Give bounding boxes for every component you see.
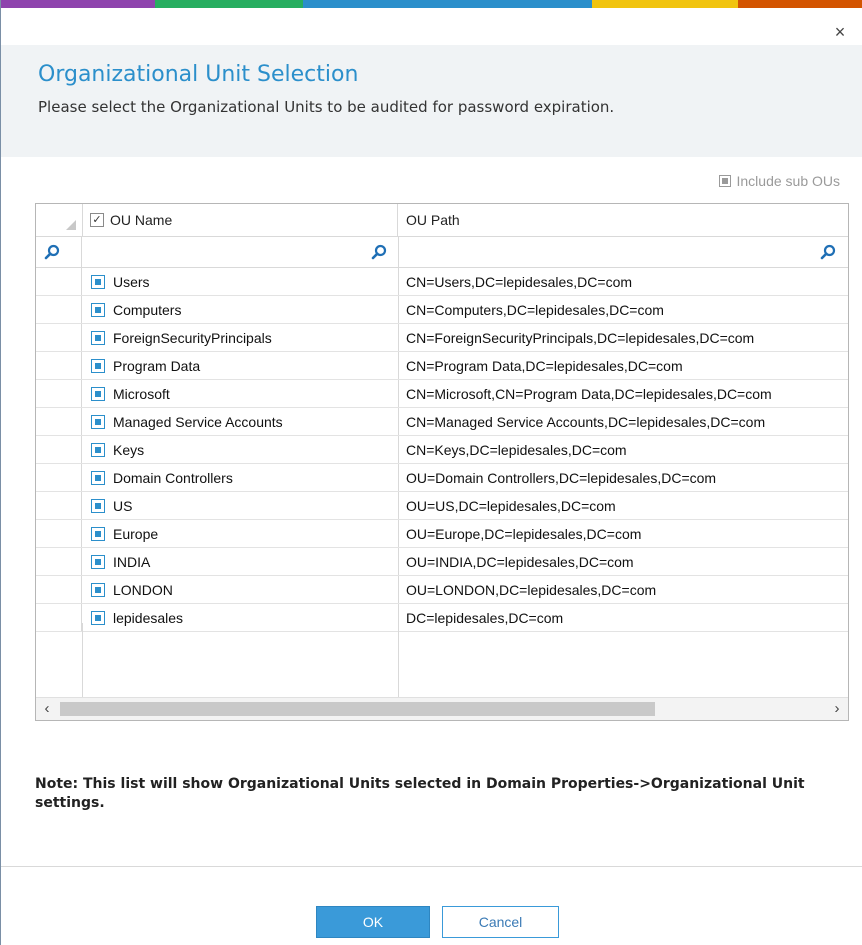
- ou-select-checkbox[interactable]: [91, 526, 105, 541]
- ou-path-cell: CN=Users,DC=lepidesales,DC=com: [406, 273, 633, 290]
- ou-select-checkbox[interactable]: [91, 274, 105, 289]
- ou-name-cell: Domain Controllers: [113, 469, 233, 486]
- ou-name-cell: lepidesales: [113, 609, 184, 626]
- ok-button[interactable]: OK: [316, 906, 430, 938]
- ou-grid: ✓ OU Name OU Path Users CN=Users,DC=lepi…: [35, 203, 849, 721]
- include-sub-ous-checkbox[interactable]: Include sub OUs: [718, 173, 841, 189]
- note-text: Note: This list will show Organizational…: [35, 776, 805, 811]
- row-header[interactable]: [36, 296, 82, 323]
- empty-row-header-area: [36, 623, 83, 698]
- column-header-ou-path[interactable]: OU Path: [399, 204, 848, 236]
- scroll-thumb[interactable]: [60, 702, 655, 716]
- close-button[interactable]: ×: [828, 20, 852, 44]
- ou-select-checkbox[interactable]: [91, 610, 105, 625]
- ou-name-cell: Europe: [113, 525, 159, 542]
- table-row[interactable]: ForeignSecurityPrincipals CN=ForeignSecur…: [36, 324, 848, 352]
- row-header[interactable]: [36, 408, 82, 435]
- ou-path-cell: CN=Microsoft,CN=Program Data,DC=lepidesa…: [406, 385, 772, 402]
- row-header[interactable]: [36, 464, 82, 491]
- ou-path-cell: OU=LONDON,DC=lepidesales,DC=com: [406, 581, 657, 598]
- close-icon[interactable]: ×: [835, 22, 846, 42]
- row-header[interactable]: [36, 324, 82, 351]
- ou-name-cell: Managed Service Accounts: [113, 413, 283, 430]
- checkbox-icon[interactable]: [718, 175, 731, 187]
- scroll-right-icon[interactable]: ›: [826, 698, 848, 720]
- column-header-ou-name[interactable]: ✓ OU Name: [82, 204, 398, 236]
- dialog-subtitle: Please select the Organizational Units t…: [38, 98, 615, 116]
- table-row[interactable]: lepidesales DC=lepidesales,DC=com: [36, 604, 848, 632]
- table-row[interactable]: Managed Service Accounts CN=Managed Servi…: [36, 408, 848, 436]
- table-row[interactable]: INDIA OU=INDIA,DC=lepidesales,DC=com: [36, 548, 848, 576]
- ou-path-cell: OU=INDIA,DC=lepidesales,DC=com: [406, 553, 634, 570]
- column-header-ou-name-label: OU Name: [110, 212, 173, 228]
- row-header[interactable]: [36, 548, 82, 575]
- ou-path-cell: CN=ForeignSecurityPrincipals,DC=lepidesa…: [406, 329, 755, 346]
- ou-select-checkbox[interactable]: [91, 442, 105, 457]
- header-select-checkbox[interactable]: ✓: [90, 213, 104, 227]
- table-row[interactable]: US OU=US,DC=lepidesales,DC=com: [36, 492, 848, 520]
- row-header[interactable]: [36, 380, 82, 407]
- ou-path-cell: OU=Europe,DC=lepidesales,DC=com: [406, 525, 642, 542]
- filter-cell-rowheader[interactable]: [36, 237, 82, 267]
- ou-name-cell: INDIA: [113, 553, 151, 570]
- ou-name-cell: ForeignSecurityPrincipals: [113, 329, 272, 346]
- table-row[interactable]: LONDON OU=LONDON,DC=lepidesales,DC=com: [36, 576, 848, 604]
- table-row[interactable]: Microsoft CN=Microsoft,CN=Program Data,DC…: [36, 380, 848, 408]
- ou-select-checkbox[interactable]: [91, 358, 105, 373]
- table-row[interactable]: Keys CN=Keys,DC=lepidesales,DC=com: [36, 436, 848, 464]
- row-header[interactable]: [36, 436, 82, 463]
- table-row[interactable]: Computers CN=Computers,DC=lepidesales,DC=…: [36, 296, 848, 324]
- table-row[interactable]: Europe OU=Europe,DC=lepidesales,DC=com: [36, 520, 848, 548]
- ou-select-checkbox[interactable]: [91, 330, 105, 345]
- table-row[interactable]: Users CN=Users,DC=lepidesales,DC=com: [36, 268, 848, 296]
- ou-name-cell: Keys: [113, 441, 145, 458]
- ou-path-cell: OU=US,DC=lepidesales,DC=com: [406, 497, 616, 514]
- include-sub-ous-label: Include sub OUs: [736, 173, 841, 189]
- ou-name-cell: Users: [113, 273, 150, 290]
- row-header[interactable]: [36, 520, 82, 547]
- ou-name-cell: Microsoft: [113, 385, 170, 402]
- column-header-ou-path-label: OU Path: [406, 212, 460, 228]
- search-icon[interactable]: [44, 244, 60, 260]
- scroll-left-icon[interactable]: ‹: [36, 698, 58, 720]
- corner-triangle-icon: [66, 220, 76, 230]
- horizontal-scrollbar[interactable]: ‹ ›: [36, 697, 848, 720]
- ou-name-cell: Program Data: [113, 357, 201, 374]
- table-row[interactable]: Program Data CN=Program Data,DC=lepidesal…: [36, 352, 848, 380]
- grid-rows: Users CN=Users,DC=lepidesales,DC=com Comp…: [36, 268, 848, 632]
- ou-select-checkbox[interactable]: [91, 414, 105, 429]
- ou-name-cell: US: [113, 497, 133, 514]
- grid-header: ✓ OU Name OU Path: [36, 204, 848, 237]
- ou-select-checkbox[interactable]: [91, 498, 105, 513]
- ou-name-cell: LONDON: [113, 581, 173, 598]
- ou-select-checkbox[interactable]: [91, 470, 105, 485]
- row-header[interactable]: [36, 492, 82, 519]
- ou-path-cell: DC=lepidesales,DC=com: [406, 609, 564, 626]
- search-icon[interactable]: [820, 244, 836, 260]
- ou-select-checkbox[interactable]: [91, 554, 105, 569]
- ou-select-checkbox[interactable]: [91, 386, 105, 401]
- ou-path-cell: OU=Domain Controllers,DC=lepidesales,DC=…: [406, 469, 717, 486]
- ou-select-checkbox[interactable]: [91, 302, 105, 317]
- accent-strip: [0, 0, 862, 8]
- select-all-corner[interactable]: [36, 204, 83, 236]
- filter-row: [36, 237, 848, 268]
- row-header[interactable]: [36, 268, 82, 295]
- ou-path-cell: CN=Managed Service Accounts,DC=lepidesal…: [406, 413, 766, 430]
- row-header[interactable]: [36, 352, 82, 379]
- filter-ou-name[interactable]: [82, 237, 399, 267]
- ou-path-cell: CN=Keys,DC=lepidesales,DC=com: [406, 441, 627, 458]
- table-row[interactable]: Domain Controllers OU=Domain Controllers,…: [36, 464, 848, 492]
- search-icon[interactable]: [371, 244, 387, 260]
- ou-select-checkbox[interactable]: [91, 582, 105, 597]
- ou-path-cell: CN=Program Data,DC=lepidesales,DC=com: [406, 357, 683, 374]
- ou-name-cell: Computers: [113, 301, 182, 318]
- dialog-title: Organizational Unit Selection: [38, 62, 359, 87]
- ou-path-cell: CN=Computers,DC=lepidesales,DC=com: [406, 301, 664, 318]
- filter-ou-path[interactable]: [399, 237, 848, 267]
- column-divider: [398, 623, 399, 698]
- footer-divider: [1, 866, 862, 867]
- cancel-button[interactable]: Cancel: [442, 906, 559, 938]
- row-header[interactable]: [36, 576, 82, 603]
